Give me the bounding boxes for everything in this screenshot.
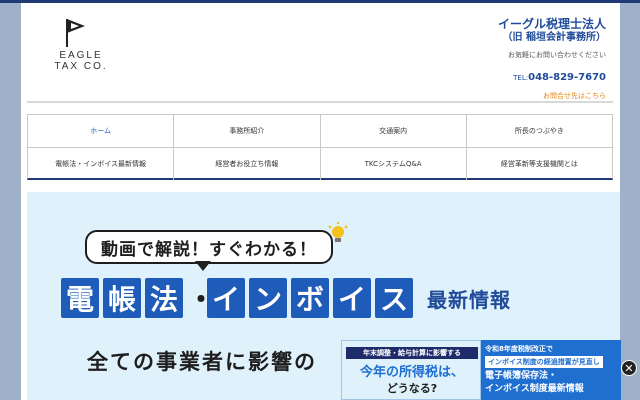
logo-text-eagle: EAGLE — [59, 50, 103, 61]
nav-item-access[interactable]: 交通案内 — [319, 115, 466, 147]
title-char: イ — [207, 278, 245, 318]
banner-title: 電 帳 法 ・ イ ン ボ イ ス 最新情報 — [61, 278, 511, 318]
promo-card1-top: 年末調整・給与計算に影響する — [346, 347, 478, 359]
title-char: イ — [333, 278, 371, 318]
tel-label: TEL: — [513, 74, 529, 82]
title-char: 帳 — [103, 278, 141, 318]
promo-card2-main: 電子帳簿保存法・ インボイス制度最新情報 — [485, 370, 584, 396]
promo-card1-sub: どうなる? — [386, 382, 438, 395]
title-char: 法 — [145, 278, 183, 318]
promo-card-income-tax[interactable]: 年末調整・給与計算に影響する 今年の所得税は、 どうなる? — [341, 340, 481, 400]
header-divider — [27, 101, 613, 103]
contact-note: お気軽にお問い合わせください — [508, 51, 606, 59]
inquiry-link[interactable]: お問合せ先はこちら — [498, 91, 606, 101]
promo-popup: 年末調整・給与計算に影響する 今年の所得税は、 どうなる? 令和8年度税制改正で… — [341, 340, 621, 400]
logo[interactable]: EAGLE TAX CO. — [41, 17, 121, 77]
nav-item-home[interactable]: ホーム — [28, 115, 173, 147]
sub-headline: 全ての事業者に影響の — [87, 350, 317, 374]
lightbulb-icon — [328, 222, 348, 242]
nav-item-tkc-qa[interactable]: TKCシステムQ&A — [319, 148, 466, 180]
promo-card-invoice[interactable]: 令和8年度税制改正で インボイス制度の経過措置が見直し 電子帳簿保存法・ インボ… — [481, 340, 621, 400]
nav-item-director-blog[interactable]: 所長のつぶやき — [465, 115, 612, 147]
tel-number[interactable]: 048-829-7670 — [528, 72, 606, 83]
tel-line[interactable]: TEL:048-829-7670 — [498, 68, 606, 85]
promo-card1-main: 今年の所得税は、 — [359, 365, 464, 380]
promo-card2-top: 令和8年度税制改正で — [485, 345, 553, 353]
flag-icon — [66, 19, 85, 47]
speech-bubble: 動画で解説！すぐわかる！ — [85, 230, 333, 264]
firm-former-name: （旧 稲垣会計事務所） — [502, 32, 606, 43]
firm-name: イーグル税理士法人 — [497, 17, 606, 31]
nav-item-support-agency[interactable]: 経営革新等支援機関とは — [465, 148, 612, 180]
nav-item-management-info[interactable]: 経営者お役立ち情報 — [173, 148, 319, 180]
promo-card2-badge: インボイス制度の経過措置が見直し — [485, 356, 603, 368]
nav-row-2: 電帳法・インボイス最新情報 経営者お役立ち情報 TKCシステムQ&A 経営革新等… — [28, 147, 612, 180]
logo-text-taxco: TAX CO. — [54, 61, 108, 72]
title-char: ボ — [291, 278, 329, 318]
nav-row-1: ホーム 事務所紹介 交通案内 所長のつぶやき — [28, 115, 612, 147]
title-char: 電 — [61, 278, 99, 318]
header-contact: イーグル税理士法人 （旧 稲垣会計事務所） お気軽にお問い合わせください TEL… — [498, 17, 606, 101]
promo-card2-line2: インボイス制度最新情報 — [485, 384, 584, 394]
speech-bubble-tail — [195, 261, 211, 271]
title-dot: ・ — [187, 283, 216, 316]
promo-card2-line1: 電子帳簿保存法・ — [485, 371, 558, 381]
title-char: ス — [375, 278, 413, 318]
nav-item-office[interactable]: 事務所紹介 — [173, 115, 319, 147]
nav-item-invoice-news[interactable]: 電帳法・インボイス最新情報 — [28, 148, 173, 180]
title-suffix: 最新情報 — [427, 287, 511, 312]
main-nav: ホーム 事務所紹介 交通案内 所長のつぶやき 電帳法・インボイス最新情報 経営者… — [27, 114, 613, 180]
close-icon[interactable]: ✕ — [621, 360, 637, 376]
title-char: ン — [249, 278, 287, 318]
